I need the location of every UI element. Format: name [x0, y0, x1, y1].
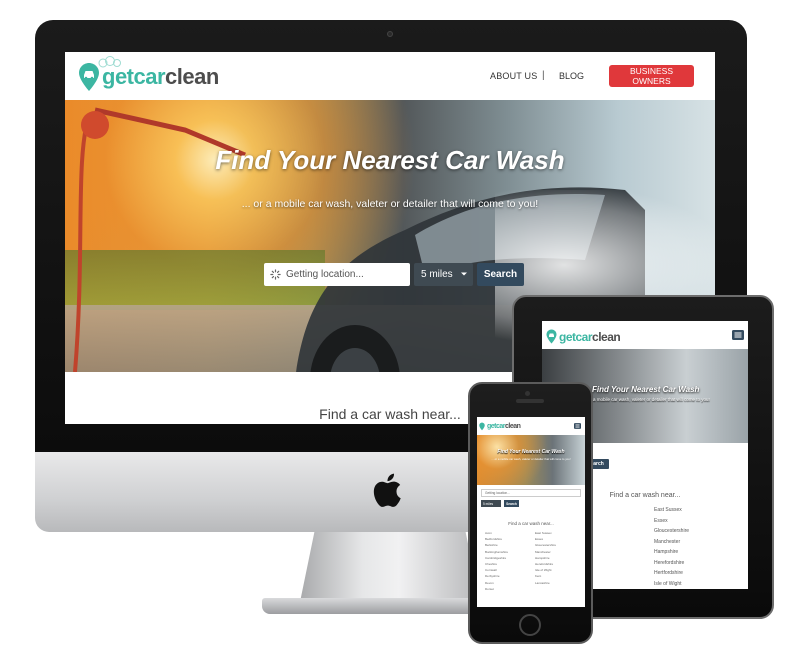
ipad-hamburger-menu-icon[interactable]	[732, 330, 744, 340]
list-item[interactable]: Isle of Wight	[654, 581, 744, 590]
iphone-logo[interactable]: getcarclean	[479, 422, 521, 431]
iphone-location-placeholder: Getting location...	[485, 491, 510, 495]
list-item[interactable]: Hampshire	[654, 549, 744, 560]
iphone-location-input[interactable]: Getting location...	[481, 489, 581, 497]
hero-subtitle: ... or a mobile car wash, valeter or det…	[241, 198, 539, 210]
site-logo[interactable]: getcarclean	[78, 56, 219, 92]
iphone-home-button	[519, 614, 541, 636]
nav-about-link[interactable]: ABOUT US	[490, 71, 537, 81]
ipad-hero-title: Find Your Nearest Car Wash	[592, 385, 700, 394]
iphone-hero-subtitle: ... or a mobile car wash, valeter or det…	[491, 457, 571, 461]
iphone-hamburger-menu-icon[interactable]	[574, 423, 581, 429]
ipad-logo-text: getcarclean	[559, 329, 621, 344]
list-item[interactable]: Dorset	[485, 587, 533, 593]
nav-separator: |	[542, 70, 545, 81]
hero-title: Find Your Nearest Car Wash	[215, 145, 565, 175]
nav-blog-link[interactable]: BLOG	[559, 71, 584, 81]
iphone-logo-text: getcarclean	[487, 423, 521, 430]
iphone-find-near-heading: Find a car wash near...	[508, 521, 554, 526]
iphone-screen: getcarclean Find Your Nearest Car Wash .…	[477, 417, 585, 607]
list-item[interactable]: Gloucestershire	[654, 528, 744, 539]
list-item[interactable]: Hertfordshire	[654, 570, 744, 581]
imac-camera	[387, 31, 393, 37]
radius-value: 5 miles	[421, 269, 453, 280]
list-item[interactable]: Manchester	[654, 539, 744, 550]
list-item[interactable]: Essex	[654, 518, 744, 529]
top-nav: getcarclean ABOUT US | BLOG BUSINESS OWN…	[65, 52, 715, 100]
list-item[interactable]: East Sussex	[654, 507, 744, 518]
location-input[interactable]: Getting location...	[264, 263, 410, 286]
spinner-icon	[270, 269, 281, 280]
iphone-hero: Find Your Nearest Car Wash ... or a mobi…	[477, 435, 585, 485]
ipad-county-list: East Sussex Essex Gloucestershire Manche…	[654, 507, 744, 589]
iphone-hero-title: Find Your Nearest Car Wash	[497, 449, 565, 455]
list-item[interactable]: Lancashire	[535, 581, 583, 587]
radius-select[interactable]: 5 miles	[414, 263, 473, 286]
iphone-county-list-left: Avon Bedfordshire Berkshire Buckinghamsh…	[485, 531, 533, 593]
iphone-search-button[interactable]: Search	[504, 500, 519, 507]
ipad-logo[interactable]: getcarclean	[546, 329, 621, 344]
iphone-county-list-right: East Sussex Essex Gloucestershire Manche…	[535, 531, 583, 587]
bubbles-icon	[98, 56, 121, 68]
business-owners-button[interactable]: BUSINESS OWNERS	[609, 65, 694, 87]
list-item[interactable]: Herefordshire	[654, 560, 744, 571]
map-pin-car-icon	[79, 63, 99, 91]
search-button[interactable]: Search	[477, 263, 524, 286]
imac-stand-neck	[300, 532, 480, 602]
location-placeholder: Getting location...	[286, 269, 364, 280]
ipad-hero-subtitle: ... a mobile car wash, valeter or detail…	[588, 397, 710, 402]
ipad-map-pin-icon	[546, 329, 557, 344]
iphone-map-pin-icon	[479, 422, 485, 431]
pressure-washer-lance	[73, 107, 246, 372]
iphone-radius-select[interactable]: 5 miles	[481, 500, 501, 507]
iphone-speaker	[516, 399, 544, 403]
caret-down-icon	[461, 272, 467, 276]
iphone-camera	[525, 391, 530, 396]
apple-logo-icon	[373, 473, 401, 507]
